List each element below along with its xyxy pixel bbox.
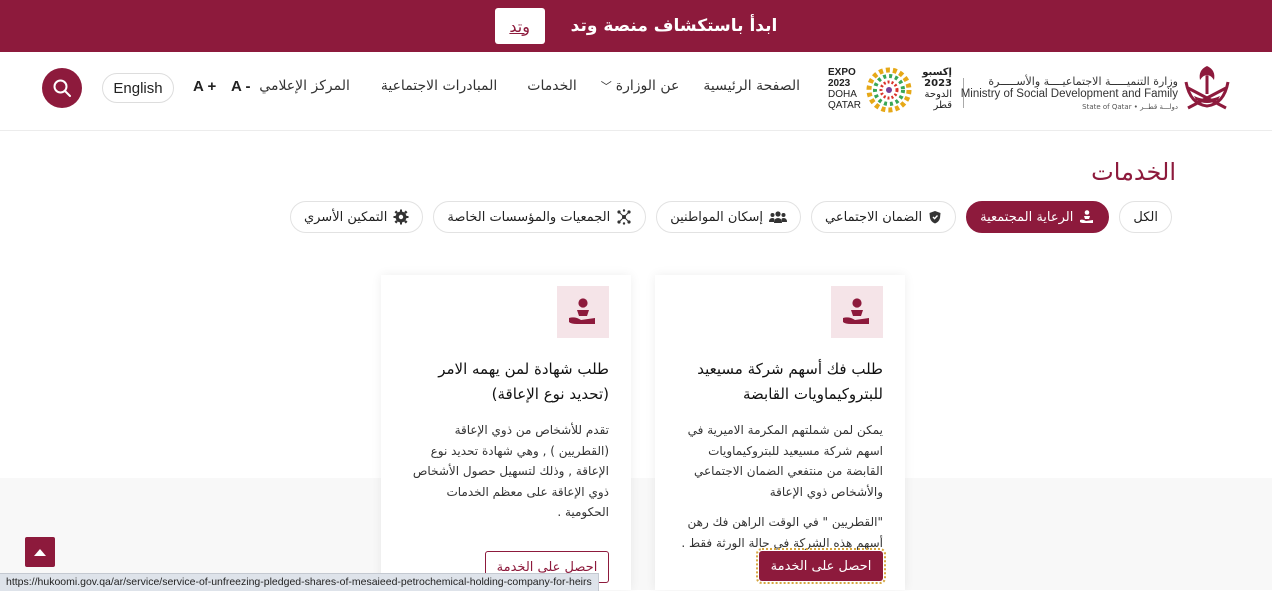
top-banner: ابدأ باستكشاف منصة وتد وتد bbox=[0, 0, 1272, 52]
filter-label: الكل bbox=[1133, 209, 1158, 225]
title-line: طلب فك أسهم شركة مسيعيد bbox=[697, 360, 883, 378]
filter-family-empowerment[interactable]: التمكين الأسري bbox=[289, 201, 424, 233]
site-header: English A + A - الصفحة الرئيسية عن الوزا… bbox=[0, 52, 1272, 131]
ministry-name-en: Ministry of Social Development and Famil… bbox=[960, 88, 1178, 100]
link-preview-status-bar: https://hukoomi.gov.qa/ar/service/servic… bbox=[0, 573, 599, 591]
desc-line: اسهم شركة مسيعيد للبتروكيماويات bbox=[708, 443, 883, 458]
scroll-top-button[interactable] bbox=[25, 537, 55, 567]
desc-line: والأشخاص ذوي الإعاقة bbox=[769, 484, 883, 499]
chevron-down-icon: ﹀ bbox=[600, 80, 612, 93]
state-label: State of Qatar • دولـــة قطــر bbox=[1082, 103, 1178, 111]
expo-en4: QATAR bbox=[828, 100, 861, 111]
expo-en3: DOHA bbox=[828, 89, 857, 100]
filter-label: الجمعيات والمؤسسات الخاصة bbox=[447, 209, 611, 225]
ministry-name[interactable]: وزارة التنميـــــة الاجتماعيــــة والأسـ… bbox=[961, 75, 1178, 114]
title-line: طلب شهادة لمن يهمه الامر bbox=[438, 360, 609, 378]
people-icon bbox=[769, 211, 788, 223]
service-description: يمكن لمن شملتهم المكرمة الاميرية في اسهم… bbox=[673, 420, 883, 553]
desc-line: يمكن لمن شملتهم المكرمة الاميرية في bbox=[687, 423, 883, 437]
main-nav: الصفحة الرئيسية عن الوزارة﹀ الخدمات المب… bbox=[259, 78, 800, 94]
nav-services[interactable]: الخدمات bbox=[527, 78, 577, 94]
service-icon-box bbox=[831, 286, 883, 338]
expo-ar4: قطر bbox=[932, 100, 952, 111]
nav-media-center[interactable]: المركز الإعلامي bbox=[259, 78, 350, 94]
nav-about[interactable]: عن الوزارة﹀ bbox=[601, 78, 680, 94]
service-title[interactable]: طلب شهادة لمن يهمه الامر (تحديد نوع الإع… bbox=[399, 357, 609, 407]
expo-en1: EXPO bbox=[828, 67, 856, 78]
nav-about-label: عن الوزارة bbox=[615, 78, 680, 94]
ministry-name-ar: وزارة التنميـــــة الاجتماعيــــة والأسـ… bbox=[988, 75, 1178, 88]
expo-flower-icon bbox=[866, 67, 912, 113]
expo-en2: 2023 bbox=[828, 78, 851, 89]
desc-line: تقدم للأشخاص من ذوي الإعاقة bbox=[454, 423, 609, 437]
qatar-emblem-icon[interactable] bbox=[1180, 60, 1234, 118]
gear-icon bbox=[393, 209, 409, 225]
desc-line: "القطريين " في الوقت الراهن فك رهن bbox=[687, 515, 883, 529]
filter-associations[interactable]: الجمعيات والمؤسسات الخاصة bbox=[433, 201, 647, 233]
title-line: (تحديد نوع الإعاقة) bbox=[491, 385, 609, 403]
filter-label: إسكان المواطنين bbox=[670, 209, 764, 225]
search-button[interactable] bbox=[42, 68, 82, 108]
nav-initiatives[interactable]: المبادرات الاجتماعية bbox=[381, 78, 497, 94]
desc-line: الحكومية . bbox=[557, 505, 609, 519]
filter-label: الرعاية المجتمعية bbox=[980, 209, 1074, 225]
expo-ar2: 2023 bbox=[924, 78, 952, 89]
shield-icon bbox=[929, 211, 941, 224]
filter-label: التمكين الأسري bbox=[303, 209, 388, 225]
filter-community-care[interactable]: الرعاية المجتمعية bbox=[966, 201, 1110, 233]
network-icon bbox=[617, 209, 631, 225]
service-filters: الكل الرعاية المجتمعية الضمان الاجتماعي … bbox=[289, 201, 1172, 233]
service-card: طلب فك أسهم شركة مسيعيد للبتروكيماويات ا… bbox=[655, 275, 905, 590]
service-description: تقدم للأشخاص من ذوي الإعاقة (القطريين ) … bbox=[399, 420, 609, 523]
expo-ar1: إكسبو bbox=[921, 67, 952, 78]
filter-citizen-housing[interactable]: إسكان المواطنين bbox=[656, 201, 802, 233]
watad-button[interactable]: وتد bbox=[494, 8, 545, 44]
desc-line: أسهم هذه الشركة في حالة الورثة فقط . bbox=[681, 535, 883, 550]
care-hand-icon bbox=[1080, 210, 1094, 223]
desc-line: (القطريين ) , وهي شهادة تحديد نوع bbox=[430, 443, 609, 458]
caret-up-icon bbox=[34, 549, 46, 556]
font-increase-button[interactable]: A + bbox=[193, 78, 216, 95]
filter-label: الضمان الاجتماعي bbox=[825, 209, 923, 225]
language-toggle[interactable]: English bbox=[102, 73, 174, 103]
font-decrease-button[interactable]: A - bbox=[231, 78, 250, 95]
expo-2023-logo[interactable]: EXPO 2023 DOHA QATAR إكسبو 2023 الدوحة ق… bbox=[826, 64, 954, 116]
desc-line: ذوي الإعاقة على معظم الخدمات bbox=[446, 484, 609, 499]
service-title[interactable]: طلب فك أسهم شركة مسيعيد للبتروكيماويات ا… bbox=[673, 357, 883, 407]
title-line: للبتروكيماويات القابضة bbox=[742, 385, 883, 403]
page-title: الخدمات bbox=[1091, 158, 1176, 186]
filter-social-security[interactable]: الضمان الاجتماعي bbox=[811, 201, 957, 233]
care-hand-icon bbox=[569, 298, 595, 324]
get-service-button[interactable]: احصل على الخدمة bbox=[756, 548, 886, 584]
service-icon-box bbox=[557, 286, 609, 338]
care-hand-icon bbox=[843, 298, 869, 324]
service-card: طلب شهادة لمن يهمه الامر (تحديد نوع الإع… bbox=[381, 275, 631, 590]
desc-line: الإعاقة , وذلك لتسهيل حصول الأشخاص bbox=[412, 464, 609, 478]
desc-line: القابضة من منتفعي الضمان الاجتماعي bbox=[693, 464, 883, 478]
search-icon bbox=[53, 79, 71, 97]
nav-home[interactable]: الصفحة الرئيسية bbox=[703, 78, 800, 94]
expo-ar3: الدوحة bbox=[925, 89, 952, 100]
banner-text: ابدأ باستكشاف منصة وتد bbox=[570, 16, 778, 36]
filter-all[interactable]: الكل bbox=[1119, 201, 1172, 233]
